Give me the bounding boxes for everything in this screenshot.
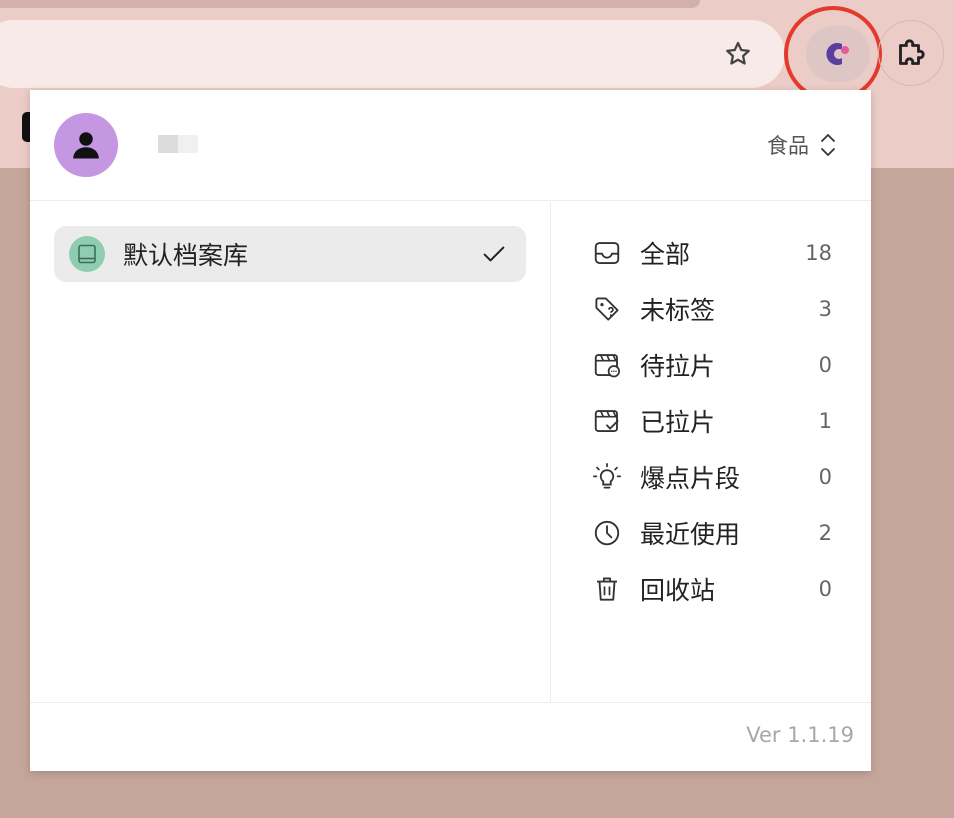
check-icon bbox=[483, 246, 505, 262]
category-count: 18 bbox=[805, 241, 832, 265]
puzzle-icon bbox=[899, 39, 925, 65]
tab-strip-edge bbox=[0, 0, 700, 8]
library-item-default[interactable]: 默认档案库 bbox=[54, 226, 526, 282]
category-label: 爆点片段 bbox=[640, 464, 741, 493]
category-count: 0 bbox=[818, 353, 832, 377]
category-item-trash[interactable]: 回收站 0 bbox=[592, 561, 832, 617]
category-label: 回收站 bbox=[640, 576, 716, 605]
user-name-redacted bbox=[158, 135, 198, 153]
category-panel: 全部 18 未标签 3 待拉片 0 已拉片 1 爆点片段 0 最近使用 2 回收… bbox=[552, 202, 871, 702]
highlight-circle bbox=[784, 6, 882, 102]
category-dropdown[interactable]: 食品 bbox=[767, 130, 837, 160]
tag-question-icon bbox=[595, 297, 619, 321]
book-icon bbox=[78, 244, 96, 264]
category-item-recent[interactable]: 最近使用 2 bbox=[592, 505, 832, 561]
category-dropdown-value: 食品 bbox=[767, 134, 809, 158]
category-item-untagged[interactable]: 未标签 3 bbox=[592, 281, 832, 337]
version-label: Ver 1.1.19 bbox=[746, 723, 854, 747]
lightbulb-icon bbox=[593, 463, 621, 489]
category-item-done[interactable]: 已拉片 1 bbox=[592, 393, 832, 449]
avatar[interactable] bbox=[54, 113, 118, 177]
category-label: 待拉片 bbox=[640, 352, 716, 381]
category-count: 0 bbox=[818, 465, 832, 489]
clock-icon bbox=[594, 520, 620, 546]
library-badge bbox=[69, 236, 105, 272]
category-count: 2 bbox=[818, 521, 832, 545]
star-icon bbox=[726, 41, 750, 65]
category-count: 1 bbox=[818, 409, 832, 433]
category-label: 已拉片 bbox=[640, 408, 716, 437]
popup-footer: Ver 1.1.19 bbox=[30, 702, 871, 771]
address-bar[interactable] bbox=[0, 20, 785, 88]
library-list: 默认档案库 bbox=[30, 202, 551, 702]
category-label: 最近使用 bbox=[640, 520, 741, 549]
clapper-pending-icon bbox=[594, 354, 620, 378]
category-item-pending[interactable]: 待拉片 0 bbox=[592, 337, 832, 393]
category-count: 0 bbox=[818, 577, 832, 601]
chevron-up-down-icon bbox=[821, 134, 835, 156]
extension-popup: 食品 默认档案库 全部 18 未标签 3 待拉片 0 已拉片 1 爆点片段 0 … bbox=[30, 90, 871, 771]
category-label: 未标签 bbox=[640, 296, 716, 325]
trash-icon bbox=[597, 577, 617, 601]
popup-header: 食品 bbox=[30, 90, 871, 201]
category-count: 3 bbox=[818, 297, 832, 321]
bookmark-star-button[interactable] bbox=[718, 36, 758, 72]
clapper-check-icon bbox=[594, 410, 619, 432]
library-label: 默认档案库 bbox=[123, 241, 249, 270]
category-label: 全部 bbox=[640, 240, 691, 269]
person-icon bbox=[73, 132, 99, 159]
category-item-highlights[interactable]: 爆点片段 0 bbox=[592, 449, 832, 505]
inbox-icon bbox=[594, 242, 620, 264]
extensions-menu-button[interactable] bbox=[878, 20, 944, 86]
category-item-all[interactable]: 全部 18 bbox=[592, 225, 832, 281]
